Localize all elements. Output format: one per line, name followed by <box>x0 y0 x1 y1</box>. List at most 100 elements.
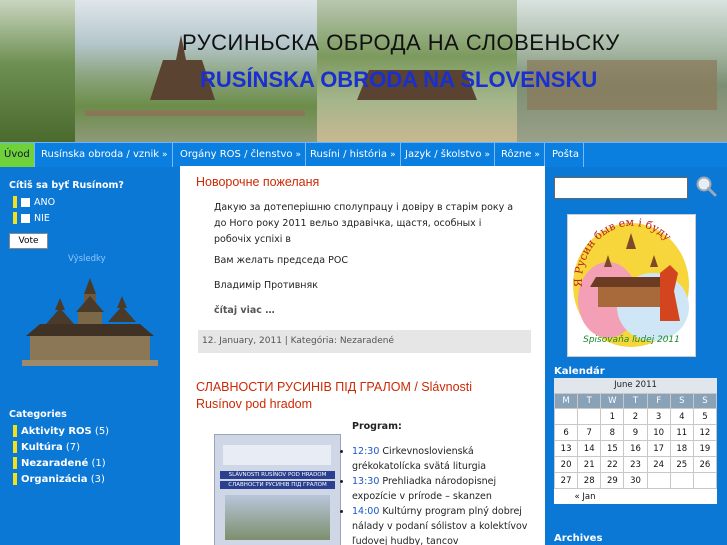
calendar-day: 28 <box>577 472 602 489</box>
calendar: June 2011 M T W T F S S 1 2 3 4 5 6 7 8 9 10 11 12 1… <box>553 378 718 505</box>
vote-button[interactable]: Vote <box>9 233 48 249</box>
site-title-latin[interactable]: RUSÍNSKA OBRODA NA SLOVENSKU <box>200 67 597 93</box>
archives-heading: Archives <box>554 533 603 544</box>
calendar-day: 16 <box>623 440 648 457</box>
nav-item-rusinska-obroda[interactable]: Rusínska obroda / vznik» <box>37 143 173 167</box>
calendar-day: 18 <box>669 440 694 457</box>
right-sidebar: Я Русин быв ем і буду Spisovaňa ľudej 20… <box>545 166 727 545</box>
poll-option-ano[interactable]: ANO <box>13 196 55 209</box>
calendar-day: 15 <box>600 440 625 457</box>
nav-item-uvod[interactable]: Úvod <box>0 143 35 167</box>
calendar-day: 26 <box>692 456 718 473</box>
accent-bar <box>13 441 17 453</box>
post-meta: 12. January, 2011 | Kategória: Nezaraden… <box>198 330 531 353</box>
category-item[interactable]: Kultúra (7) <box>13 441 80 453</box>
category-item[interactable]: Nezaradené (1) <box>13 457 106 469</box>
poll-option-nie[interactable]: NIE <box>13 212 50 225</box>
calendar-day: 21 <box>577 456 602 473</box>
event-program: Program: 12:30 Cirkevnoslovienská grékok… <box>340 419 530 545</box>
radio-button[interactable] <box>21 213 30 223</box>
calendar-heading: Kalendár <box>554 366 605 377</box>
nav-item-jazyk-skolstvo[interactable]: Jazyk / školstvo» <box>401 143 495 167</box>
calendar-day: 12 <box>692 424 718 441</box>
calendar-month: June 2011 <box>554 378 717 393</box>
nav-item-rusini-historia[interactable]: Rusíni / história» <box>306 143 401 167</box>
calendar-day: 30 <box>623 472 648 489</box>
calendar-week: 20 21 22 23 24 25 26 <box>553 456 718 473</box>
main-content: Новорочне пожеланя Дакую за дотеперішню … <box>180 166 545 545</box>
calendar-day <box>669 472 694 489</box>
poster-title: SLÁVNOSTI RUSÍNOV POD HRADOM <box>220 471 335 479</box>
calendar-week: 27 28 29 30 <box>553 472 718 489</box>
accent-bar <box>13 196 17 208</box>
search-input[interactable] <box>554 177 688 199</box>
chevron-down-icon: » <box>484 150 490 160</box>
post-paragraph: Вам желать председа РОС <box>214 255 348 266</box>
calendar-day: 17 <box>646 440 671 457</box>
calendar-week: 13 14 15 16 17 18 19 <box>553 440 718 457</box>
category-item[interactable]: Aktivity ROS (5) <box>13 425 109 437</box>
event-poster-image[interactable]: SLÁVNOSTI RUSÍNOV POD HRADOM СЛАВНОСТИ Р… <box>214 434 341 545</box>
nav-item-rozne[interactable]: Rôzne» <box>497 143 545 167</box>
accent-bar <box>13 212 17 224</box>
post-title[interactable]: Новорочне пожеланя <box>196 175 319 189</box>
calendar-day: 4 <box>669 408 694 425</box>
program-item: 12:30 Cirkevnoslovienská grékokatolícka … <box>352 444 530 474</box>
weekday-label: S <box>669 393 694 409</box>
categories-heading: Categories <box>9 409 67 420</box>
header-photo-forest <box>0 0 75 142</box>
census-badge-image[interactable]: Я Русин быв ем і буду Spisovaňa ľudej 20… <box>567 214 696 357</box>
calendar-day <box>577 408 602 425</box>
program-item: 14:00 Kultúrny program plný dobrej nálad… <box>352 504 530 545</box>
poll-question: Cítiš sa byť Rusínom? <box>9 180 124 191</box>
calendar-day <box>692 472 718 489</box>
weekday-label: M <box>553 393 579 409</box>
wooden-church-image <box>22 278 158 366</box>
calendar-day: 23 <box>623 456 648 473</box>
calendar-prev-link[interactable]: « Jan <box>555 489 717 505</box>
search-icon[interactable] <box>695 175 717 197</box>
calendar-day: 10 <box>646 424 671 441</box>
chevron-down-icon: » <box>295 150 302 160</box>
nav-item-organy-ros[interactable]: Orgány ROS / členstvo» <box>176 143 307 167</box>
calendar-day: 29 <box>600 472 625 489</box>
accent-bar <box>13 425 17 437</box>
post-title-line2[interactable]: Rusínov pod hradom <box>196 397 312 411</box>
calendar-day: 1 <box>600 408 625 425</box>
weekday-label: W <box>600 393 625 409</box>
radio-button[interactable] <box>21 197 30 207</box>
left-sidebar: Cítiš sa byť Rusínom? ANO NIE Vote Výsle… <box>0 166 172 545</box>
calendar-day: 19 <box>692 440 718 457</box>
calendar-week: 12345 <box>553 408 718 425</box>
site-title-cyrillic: РУСИНЬСКА ОБРОДА НА СЛОВЕНЬСКУ <box>182 30 620 55</box>
calendar-day: 6 <box>553 424 579 441</box>
chevron-down-icon: » <box>534 150 540 160</box>
calendar-day: 27 <box>553 472 579 489</box>
weekday-label: F <box>646 393 671 409</box>
calendar-day <box>553 408 579 425</box>
calendar-day: 24 <box>646 456 671 473</box>
calendar-day <box>646 472 671 489</box>
calendar-day: 8 <box>600 424 625 441</box>
post-paragraph: Владимір Противняк <box>214 280 318 291</box>
program-item: 13:30 Prehliadka národopisnej expozície … <box>352 474 530 504</box>
weekday-label: T <box>577 393 602 409</box>
category-item[interactable]: Organizácia (3) <box>13 473 105 485</box>
calendar-day: 22 <box>600 456 625 473</box>
calendar-day: 25 <box>669 456 694 473</box>
nav-item-posta[interactable]: Pošta <box>548 143 585 167</box>
chevron-down-icon: » <box>162 150 168 160</box>
calendar-day: 9 <box>623 424 648 441</box>
post-title[interactable]: СЛАВНОСТИ РУСИНІВ ПІД ГРАЛОМ / Slávnosti <box>196 380 472 394</box>
weekday-label: T <box>623 393 648 409</box>
poll-results-link[interactable]: Výsledky <box>68 254 106 264</box>
accent-bar <box>13 473 17 485</box>
calendar-day: 13 <box>553 440 579 457</box>
calendar-day: 14 <box>577 440 602 457</box>
read-more-link[interactable]: čítaj viac … <box>214 303 514 319</box>
accent-bar <box>13 457 17 469</box>
site-header: РУСИНЬСКА ОБРОДА НА СЛОВЕНЬСКУ RUSÍNSKA … <box>0 0 727 142</box>
badge-caption: Spisovaňa ľudej 2011 <box>583 335 680 345</box>
calendar-day: 11 <box>669 424 694 441</box>
main-nav: Úvod Rusínska obroda / vznik» Orgány ROS… <box>0 142 727 167</box>
